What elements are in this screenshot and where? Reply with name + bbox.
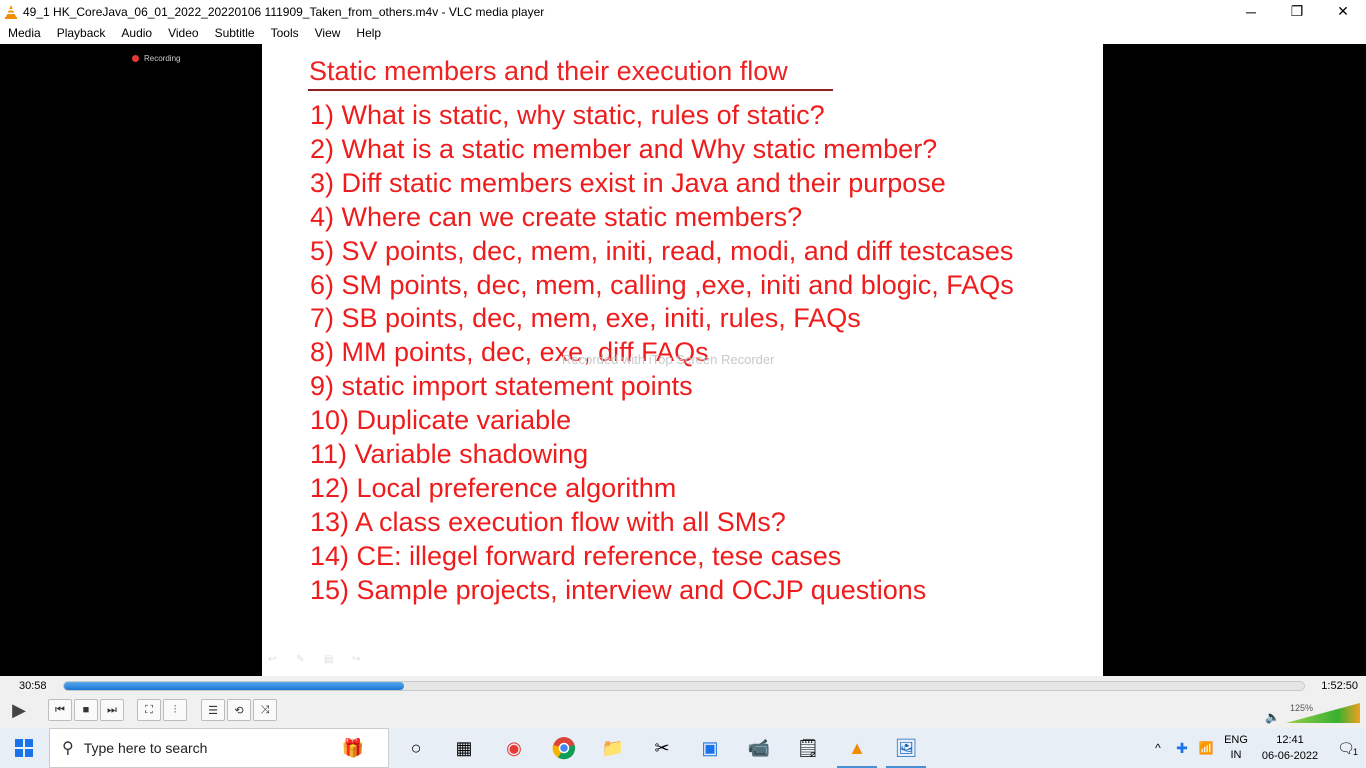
next-button[interactable]: ⏭ — [100, 699, 124, 721]
region-code: IN — [1230, 749, 1242, 761]
pen-icon: ✎ — [296, 654, 305, 665]
notification-center-icon[interactable]: 🗨 1 — [1326, 740, 1366, 757]
search-highlight-icon: 🎁 — [341, 737, 365, 758]
slide-item: 4) Where can we create static members? — [310, 201, 803, 232]
close-button[interactable]: ✕ — [1320, 0, 1366, 23]
menu-media[interactable]: Media — [0, 23, 49, 44]
search-placeholder: Type here to search — [83, 740, 208, 756]
slide-item: 2) What is a static member and Why stati… — [310, 133, 938, 164]
task-view-icon[interactable]: ▦ — [440, 728, 488, 768]
slide-item: 3) Diff static members exist in Java and… — [310, 167, 946, 198]
seek-bar[interactable] — [63, 681, 1305, 691]
notification-count: 1 — [1352, 746, 1358, 757]
total-time[interactable]: 1:52:50 — [1321, 680, 1358, 692]
slide-item: 5) SV points, dec, mem, initi, read, mod… — [310, 235, 1014, 266]
extended-settings-button[interactable]: ⫶ — [163, 699, 187, 721]
elapsed-time: 30:58 — [19, 680, 47, 692]
store-icon[interactable]: ▣ — [686, 728, 734, 768]
menu-subtitle[interactable]: Subtitle — [207, 23, 263, 44]
slide-item: 6) SM points, dec, mem, calling ,exe, in… — [310, 269, 1014, 300]
language-code: ENG — [1224, 734, 1248, 746]
clock-time: 12:41 — [1276, 734, 1304, 746]
menu-playback[interactable]: Playback — [49, 23, 114, 44]
zoom-icon[interactable]: 📹 — [735, 728, 783, 768]
window-title: 49_1 HK_CoreJava_06_01_2022_20220106 111… — [23, 4, 545, 19]
windows-logo-icon — [15, 739, 33, 757]
menu-video[interactable]: Video — [160, 23, 206, 44]
search-icon: ⚲ — [62, 740, 74, 757]
chrome-icon[interactable] — [540, 728, 588, 768]
shuffle-button[interactable]: ⤨ — [253, 699, 277, 721]
title-bar: 49_1 HK_CoreJava_06_01_2022_20220106 111… — [0, 0, 1366, 23]
slide-item: 1) What is static, why static, rules of … — [310, 100, 825, 130]
play-button[interactable]: ▶ — [6, 698, 32, 723]
back-arrow-icon: ↩ — [268, 654, 277, 665]
snipping-tool-icon[interactable]: ✂ — [638, 728, 686, 768]
slide-item: 15) Sample projects, interview and OCJP … — [310, 574, 927, 605]
restore-button[interactable]: ❐ — [1274, 0, 1320, 23]
slide-title-underline — [308, 89, 833, 91]
fullscreen-button[interactable]: ⛶ — [137, 699, 161, 721]
menu-help[interactable]: Help — [348, 23, 389, 44]
menu-bar: Media Playback Audio Video Subtitle Tool… — [0, 23, 1366, 44]
vlc-cone-icon — [5, 4, 17, 19]
playlist-button[interactable]: ☰ — [201, 699, 225, 721]
slide-item: 12) Local preference algorithm — [310, 472, 677, 503]
network-icon[interactable]: 📶 — [1194, 741, 1218, 755]
taskbar: ⚲ Type here to search 🎁 ○ ▦ ◉ 📁 ✂ ▣ 📹 🗒 … — [0, 728, 1366, 768]
slide-item: 11) Variable shadowing — [310, 439, 589, 470]
volume-label: 125% — [1290, 703, 1314, 713]
record-dot-icon — [132, 55, 139, 62]
menu-tools[interactable]: Tools — [263, 23, 307, 44]
seek-bar-fill — [64, 682, 405, 690]
player-controls: 30:58 1:52:50 ▶ ⏮ ■ ⏭ ⛶ ⫶ ☰ ⟲ ⤨ 🔈 125% — [0, 676, 1366, 728]
menu-view[interactable]: View — [307, 23, 349, 44]
slide-item: 7) SB points, dec, mem, exe, initi, rule… — [310, 303, 861, 334]
vlc-taskbar-icon[interactable]: ▲ — [833, 728, 881, 768]
stop-button[interactable]: ■ — [74, 699, 98, 721]
show-hidden-icons-icon[interactable]: ^ — [1146, 741, 1170, 755]
minimize-button[interactable]: ─ — [1228, 0, 1274, 23]
slide-item: 9) static import statement points — [310, 371, 693, 402]
tray-app-icon[interactable]: ✚ — [1170, 740, 1194, 757]
speaker-icon[interactable]: 🔈 — [1265, 710, 1280, 724]
photos-icon[interactable]: 🖼 — [882, 728, 930, 768]
clock[interactable]: 12:41 06-06-2022 — [1254, 732, 1326, 764]
recording-indicator: Recording — [132, 54, 180, 63]
slide-item: 10) Duplicate variable — [310, 405, 572, 436]
forward-arrow-icon: ↪ — [352, 654, 361, 665]
window-controls: ─ ❐ ✕ — [1228, 0, 1366, 23]
slide-toolbar: ↩ ✎ ▤ ↪ — [268, 654, 366, 665]
menu-audio[interactable]: Audio — [113, 23, 160, 44]
start-button[interactable] — [0, 728, 48, 768]
slide-title: Static members and their execution flow — [309, 56, 788, 86]
video-area[interactable]: Recording Static members and their execu… — [0, 44, 1366, 676]
file-explorer-icon[interactable]: 📁 — [589, 728, 637, 768]
slide-item: 13) A class execution flow with all SMs? — [310, 506, 786, 537]
cortana-icon[interactable]: ○ — [392, 728, 440, 768]
slide-item: 14) CE: illegel forward reference, tese … — [310, 540, 842, 571]
recording-label: Recording — [144, 54, 181, 63]
chrome-logo-icon — [552, 737, 576, 760]
slides-icon: ▤ — [324, 654, 334, 665]
previous-button[interactable]: ⏮ — [48, 699, 72, 721]
recorder-app-icon[interactable]: ◉ — [490, 728, 538, 768]
slide: Static members and their execution flow … — [262, 44, 1103, 676]
loop-button[interactable]: ⟲ — [227, 699, 251, 721]
sticky-notes-icon[interactable]: 🗒 — [784, 728, 832, 768]
recorder-watermark: Recorded with iTop Screen Recorder — [562, 352, 775, 367]
clock-date: 06-06-2022 — [1261, 750, 1319, 762]
language-indicator[interactable]: ENG IN — [1218, 733, 1254, 763]
system-tray: ^ ✚ 📶 ENG IN 12:41 06-06-2022 🗨 1 — [1146, 728, 1366, 768]
